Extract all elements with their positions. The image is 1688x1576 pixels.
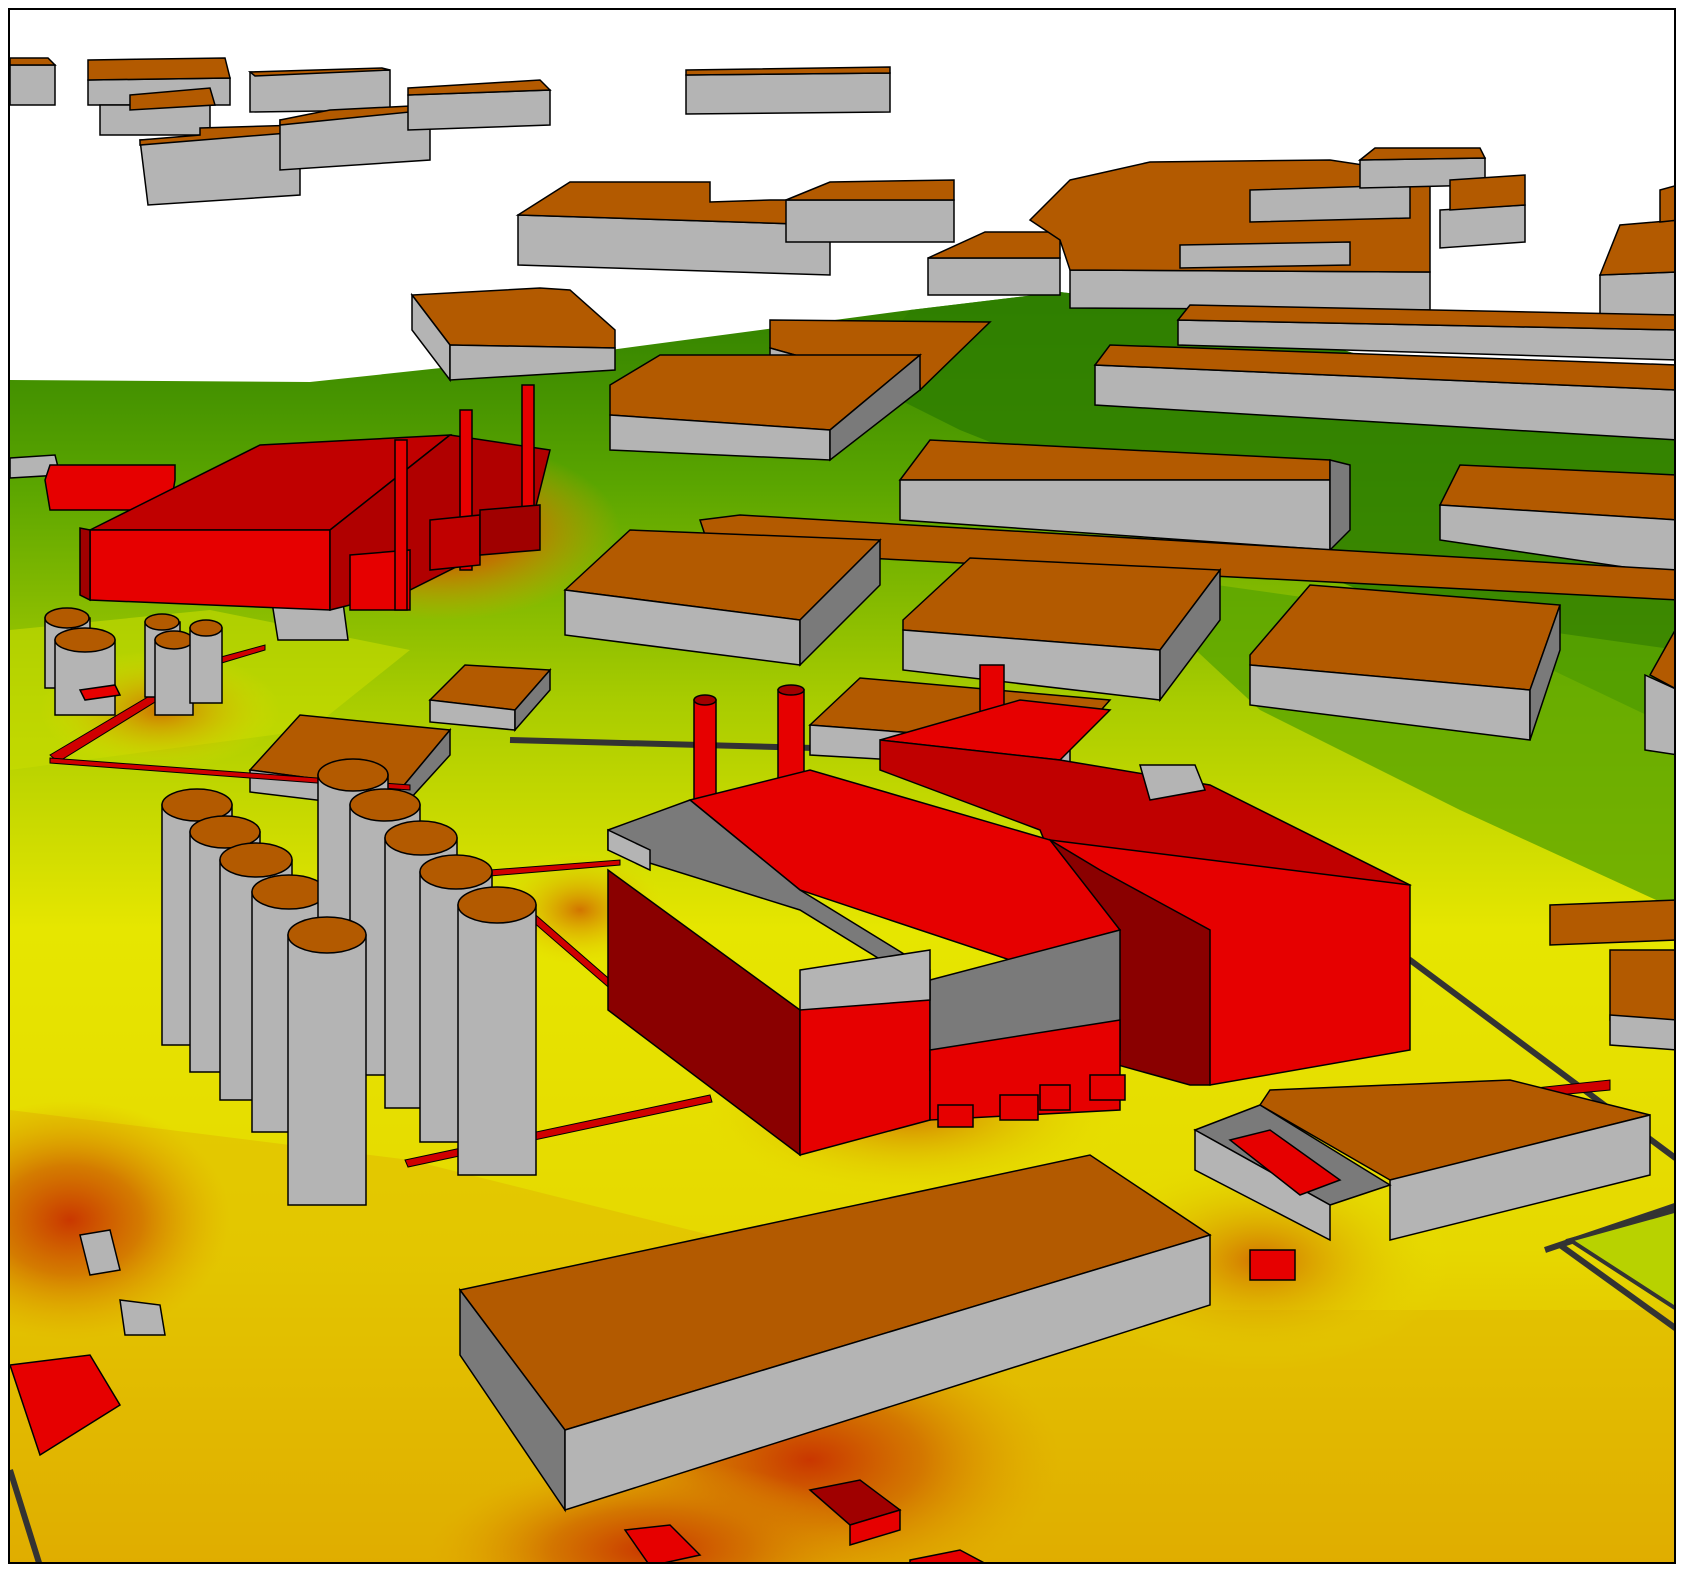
noise-map-scene <box>10 57 1674 1562</box>
distant-buildings-left <box>10 57 891 206</box>
noise-map-3d-viewport[interactable] <box>8 8 1676 1564</box>
distant-buildings-right <box>515 147 1674 329</box>
